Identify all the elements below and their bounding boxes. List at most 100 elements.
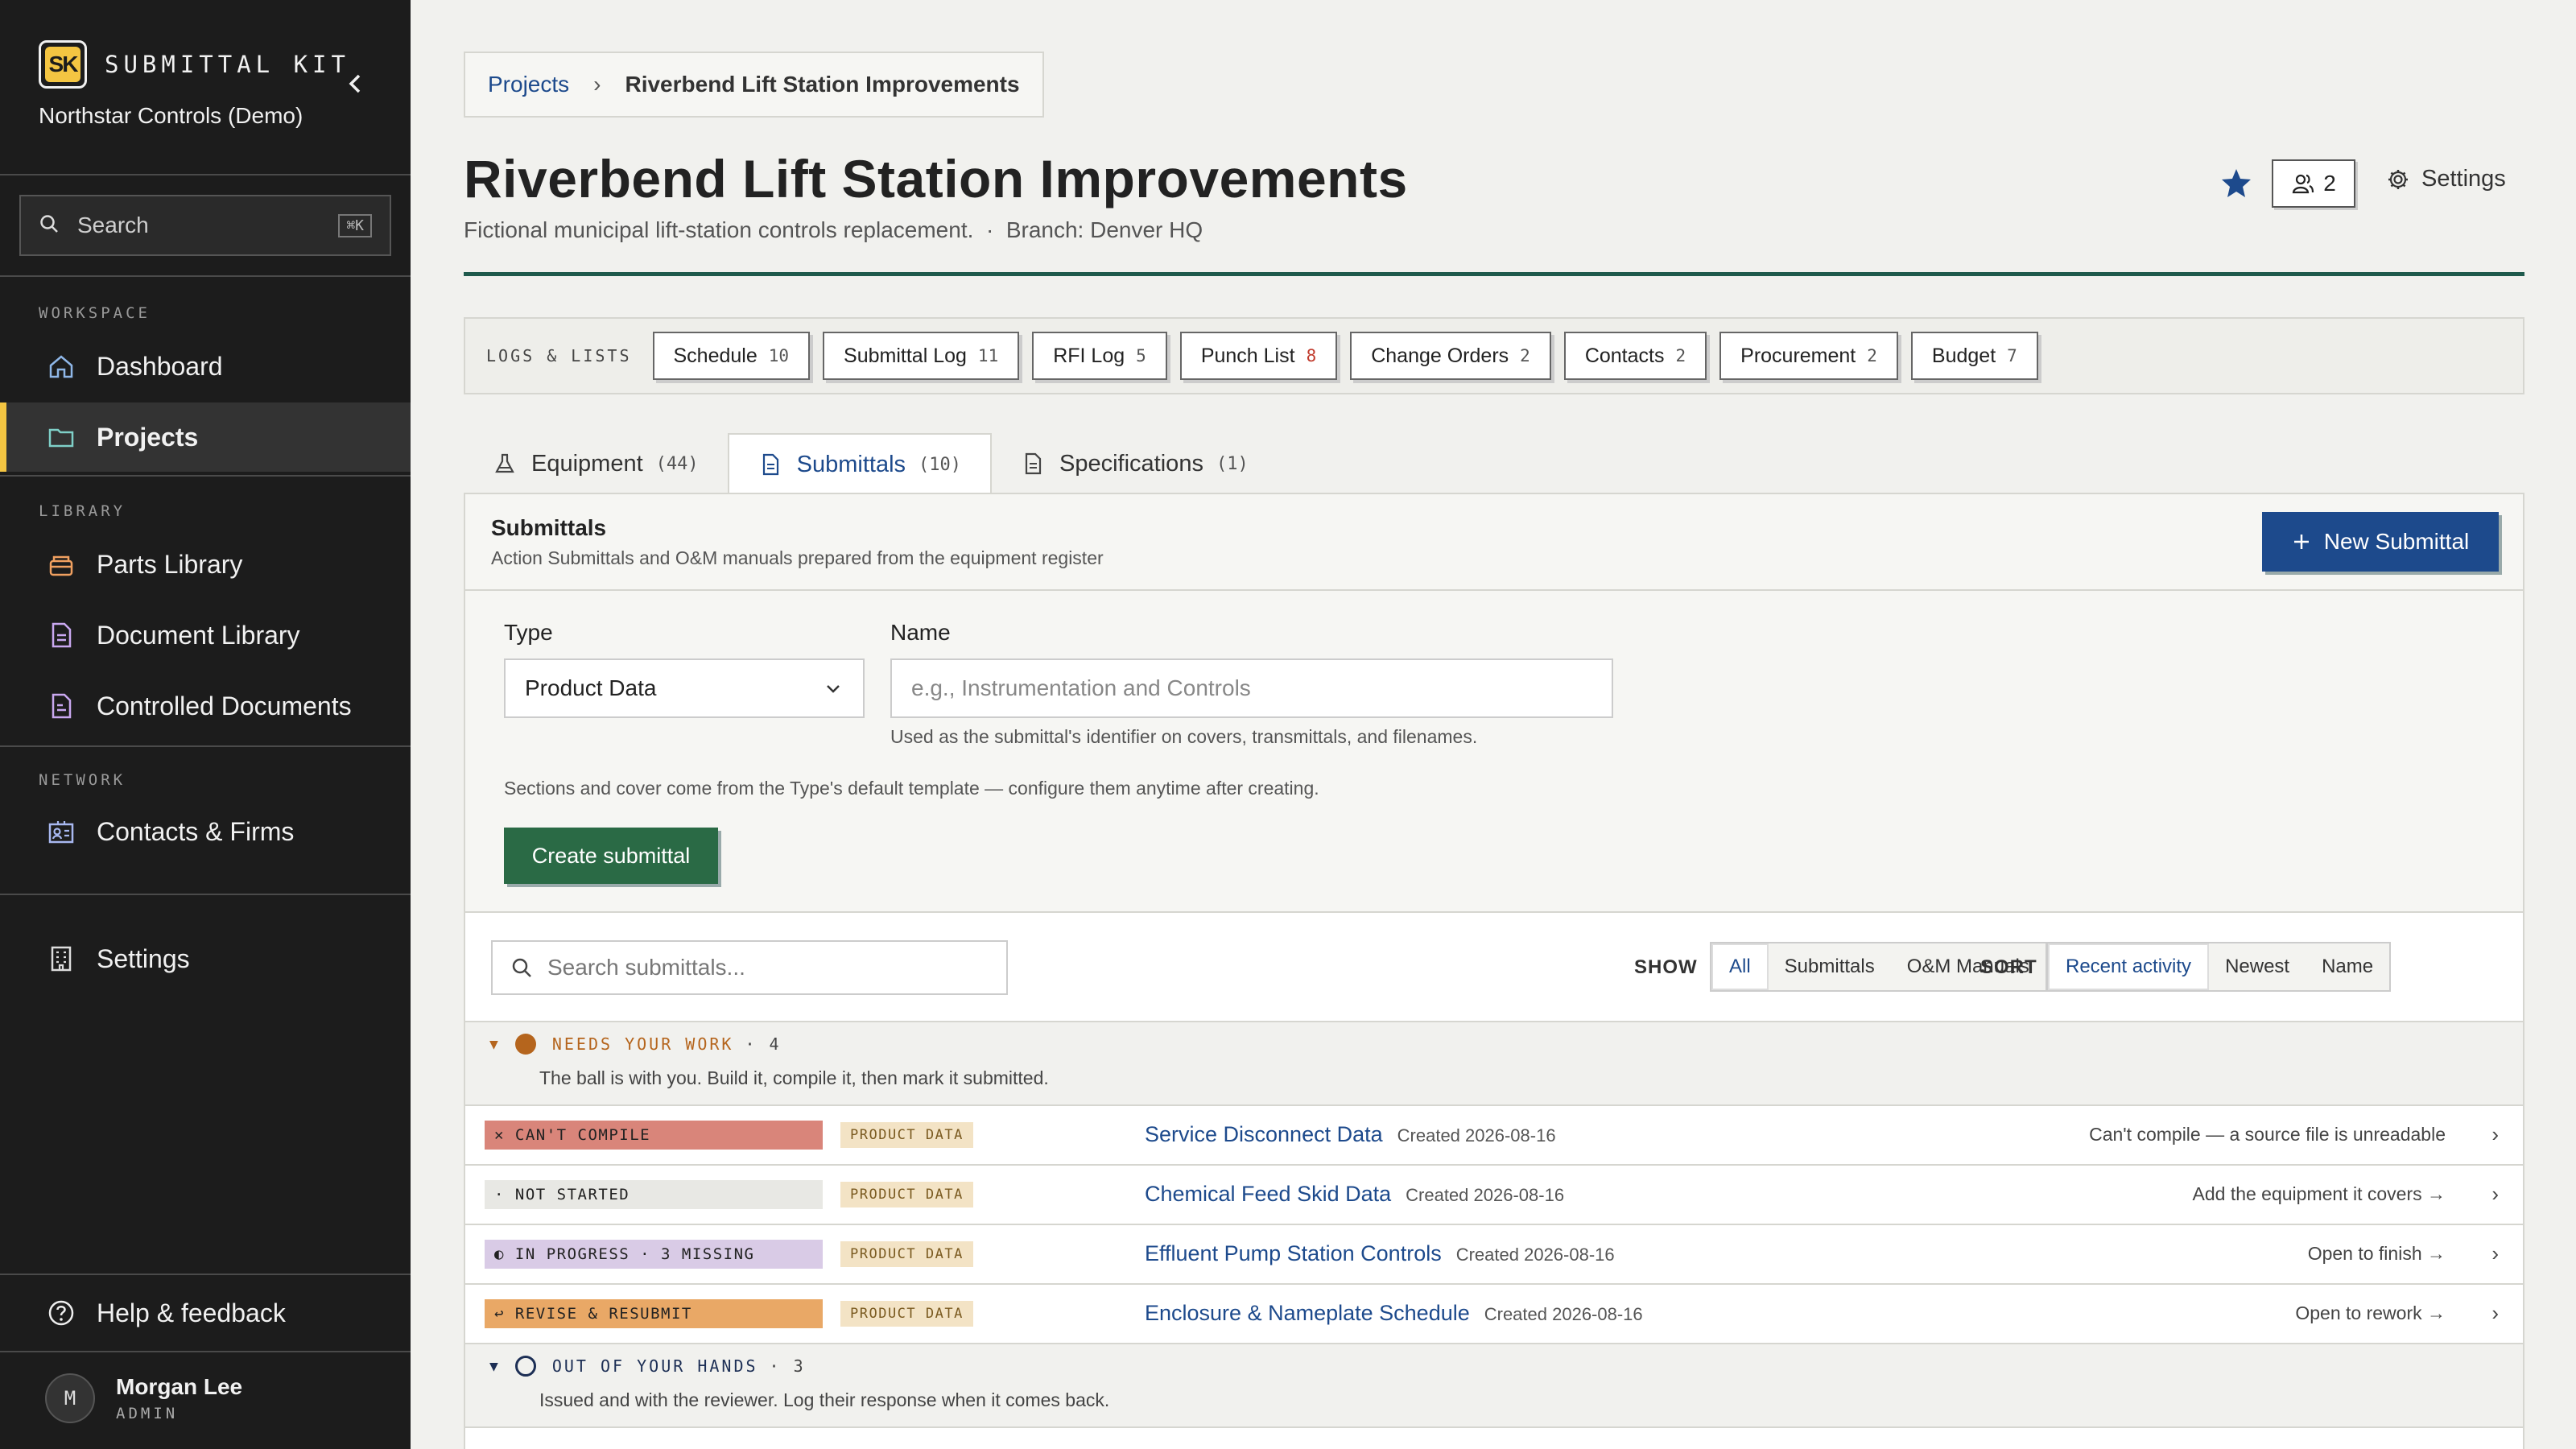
table-row[interactable]: ✕ CAN'T COMPILE PRODUCT DATA Service Dis… <box>465 1106 2523 1166</box>
log-label: Change Orders <box>1371 344 1509 367</box>
divider <box>0 174 411 175</box>
show-all[interactable]: All <box>1711 943 1769 990</box>
sort-filter: Recent activity Newest Name <box>2046 942 2392 992</box>
log-contacts[interactable]: Contacts 2 <box>1563 332 1707 380</box>
submittal-search-placeholder: Search submittals... <box>547 955 745 980</box>
project-settings-button[interactable]: Settings <box>2386 166 2506 192</box>
sidebar-item-contacts-firms[interactable]: Contacts & Firms <box>0 797 411 866</box>
help-feedback-link[interactable]: Help & feedback <box>0 1278 411 1348</box>
log-rfi-log[interactable]: RFI Log 5 <box>1032 332 1167 380</box>
type-badge: PRODUCT DATA <box>840 1182 973 1208</box>
log-schedule[interactable]: Schedule 10 <box>652 332 811 380</box>
log-count: 2 <box>1520 346 1530 365</box>
submittal-search-input[interactable]: Search submittals... <box>491 940 1008 995</box>
settings-label: Settings <box>2421 166 2506 192</box>
sort-newest[interactable]: Newest <box>2209 943 2306 990</box>
log-label: Contacts <box>1584 344 1665 367</box>
project-description: Fictional municipal lift-station control… <box>464 217 974 242</box>
logs-label: LOGS & LISTS <box>486 346 632 365</box>
collapse-triangle-icon[interactable]: ▼ <box>489 1358 501 1375</box>
sidebar-search[interactable]: Search ⌘K <box>19 195 391 256</box>
breadcrumb-projects[interactable]: Projects <box>488 72 569 97</box>
favorite-star-icon[interactable] <box>2219 166 2254 201</box>
name-help-text: Used as the submittal's identifier on co… <box>890 726 1478 747</box>
tab-count: (44) <box>655 453 699 474</box>
new-submittal-button[interactable]: New Submittal <box>2262 512 2499 572</box>
row-action-link[interactable]: Open to finish → <box>2308 1243 2446 1265</box>
log-count: 2 <box>1867 346 1877 365</box>
tab-label: Equipment <box>531 450 643 477</box>
divider <box>0 745 411 747</box>
chevron-right-icon[interactable]: › <box>2491 1182 2499 1207</box>
chevron-right-icon[interactable]: › <box>2491 1241 2499 1266</box>
table-row[interactable]: ↩ REVISE & RESUBMIT PRODUCT DATA Enclosu… <box>465 1285 2523 1344</box>
type-select[interactable]: Product Data <box>504 658 865 718</box>
created-date: Created 2026-08-16 <box>1484 1304 1643 1324</box>
tab-count: (1) <box>1216 453 1249 474</box>
submittal-name-link[interactable]: Chemical Feed Skid Data <box>1145 1182 1391 1207</box>
sidebar-item-dashboard[interactable]: Dashboard <box>0 332 411 401</box>
submittal-name-link[interactable]: Enclosure & Nameplate Schedule <box>1145 1301 1470 1326</box>
status-badge: · NOT STARTED <box>485 1180 823 1209</box>
group-title-row: ▼ OUT OF YOUR HANDS · 3 <box>489 1356 806 1377</box>
log-label: Schedule <box>673 344 758 367</box>
group-subtitle: The ball is with you. Build it, compile … <box>539 1067 1049 1088</box>
user-role: ADMIN <box>116 1405 179 1422</box>
log-label: Punch List <box>1200 344 1295 367</box>
group-count: · 4 <box>745 1034 782 1054</box>
table-row[interactable]: ◐ IN PROGRESS · 3 MISSING PRODUCT DATA E… <box>465 1225 2523 1285</box>
sidebar-item-label: Dashboard <box>97 351 223 381</box>
divider <box>0 1274 411 1275</box>
row-action-link[interactable]: Add the equipment it covers → <box>2193 1183 2446 1205</box>
brand[interactable]: SK SUBMITTAL KIT <box>39 40 350 89</box>
breadcrumb-separator-icon: › <box>593 72 601 97</box>
user-name: Morgan Lee <box>116 1374 243 1399</box>
user-menu[interactable]: M Morgan Lee ADMIN <box>45 1373 242 1423</box>
sidebar-item-projects[interactable]: Projects <box>0 402 411 472</box>
sort-name[interactable]: Name <box>2306 943 2389 990</box>
document-icon <box>762 453 778 476</box>
project-branch: Branch: Denver HQ <box>1005 217 1203 242</box>
controlled-document-icon <box>45 690 77 722</box>
sidebar-item-controlled-documents[interactable]: Controlled Documents <box>0 671 411 741</box>
tab-specifications[interactable]: Specifications (1) <box>992 433 1278 494</box>
log-submittal-log[interactable]: Submittal Log 11 <box>823 332 1020 380</box>
divider <box>0 1351 411 1352</box>
panel-header: Submittals Action Submittals and O&M man… <box>465 494 2523 591</box>
divider <box>0 894 411 895</box>
org-name[interactable]: Northstar Controls (Demo) <box>39 103 303 129</box>
sidebar-item-document-library[interactable]: Document Library <box>0 601 411 670</box>
log-budget[interactable]: Budget 7 <box>1910 332 2038 380</box>
sidebar-item-settings[interactable]: Settings <box>0 924 411 993</box>
name-input[interactable]: e.g., Instrumentation and Controls <box>890 658 1613 718</box>
group-needs-your-work[interactable]: ▼ NEEDS YOUR WORK · 4 The ball is with y… <box>465 1022 2523 1106</box>
box-icon <box>45 548 77 580</box>
submittal-name-link[interactable]: Service Disconnect Data <box>1145 1122 1383 1147</box>
search-shortcut: ⌘K <box>338 213 372 237</box>
submittal-list: Search submittals... SHOW All Submittals… <box>465 911 2523 1449</box>
collapse-sidebar-icon[interactable] <box>341 69 370 98</box>
sidebar-item-label: Contacts & Firms <box>97 816 295 846</box>
tab-equipment[interactable]: Equipment (44) <box>464 433 728 494</box>
log-count: 5 <box>1136 346 1146 365</box>
members-button[interactable]: 2 <box>2272 159 2355 208</box>
log-change-orders[interactable]: Change Orders 2 <box>1350 332 1551 380</box>
row-action-link[interactable]: Open to rework → <box>2295 1302 2446 1324</box>
group-out-of-your-hands[interactable]: ▼ OUT OF YOUR HANDS · 3 Issued and with … <box>465 1344 2523 1428</box>
submittal-name-link[interactable]: Effluent Pump Station Controls <box>1145 1241 1442 1266</box>
sidebar-item-parts-library[interactable]: Parts Library <box>0 530 411 599</box>
create-submittal-button[interactable]: Create submittal <box>504 828 718 884</box>
log-punch-list[interactable]: Punch List 8 <box>1179 332 1338 380</box>
show-submittals[interactable]: Submittals <box>1769 943 1891 990</box>
help-icon <box>45 1297 77 1329</box>
sort-recent-activity[interactable]: Recent activity <box>2048 943 2210 990</box>
chevron-right-icon[interactable]: › <box>2491 1122 2499 1147</box>
panel-description: Action Submittals and O&M manuals prepar… <box>491 547 1104 568</box>
log-procurement[interactable]: Procurement 2 <box>1719 332 1898 380</box>
section-network: NETWORK <box>39 771 126 789</box>
tab-submittals[interactable]: Submittals (10) <box>727 433 993 494</box>
app-logo: SK <box>39 40 87 89</box>
collapse-triangle-icon[interactable]: ▼ <box>489 1036 501 1053</box>
table-row[interactable]: · NOT STARTED PRODUCT DATA Chemical Feed… <box>465 1166 2523 1225</box>
chevron-right-icon[interactable]: › <box>2491 1301 2499 1326</box>
